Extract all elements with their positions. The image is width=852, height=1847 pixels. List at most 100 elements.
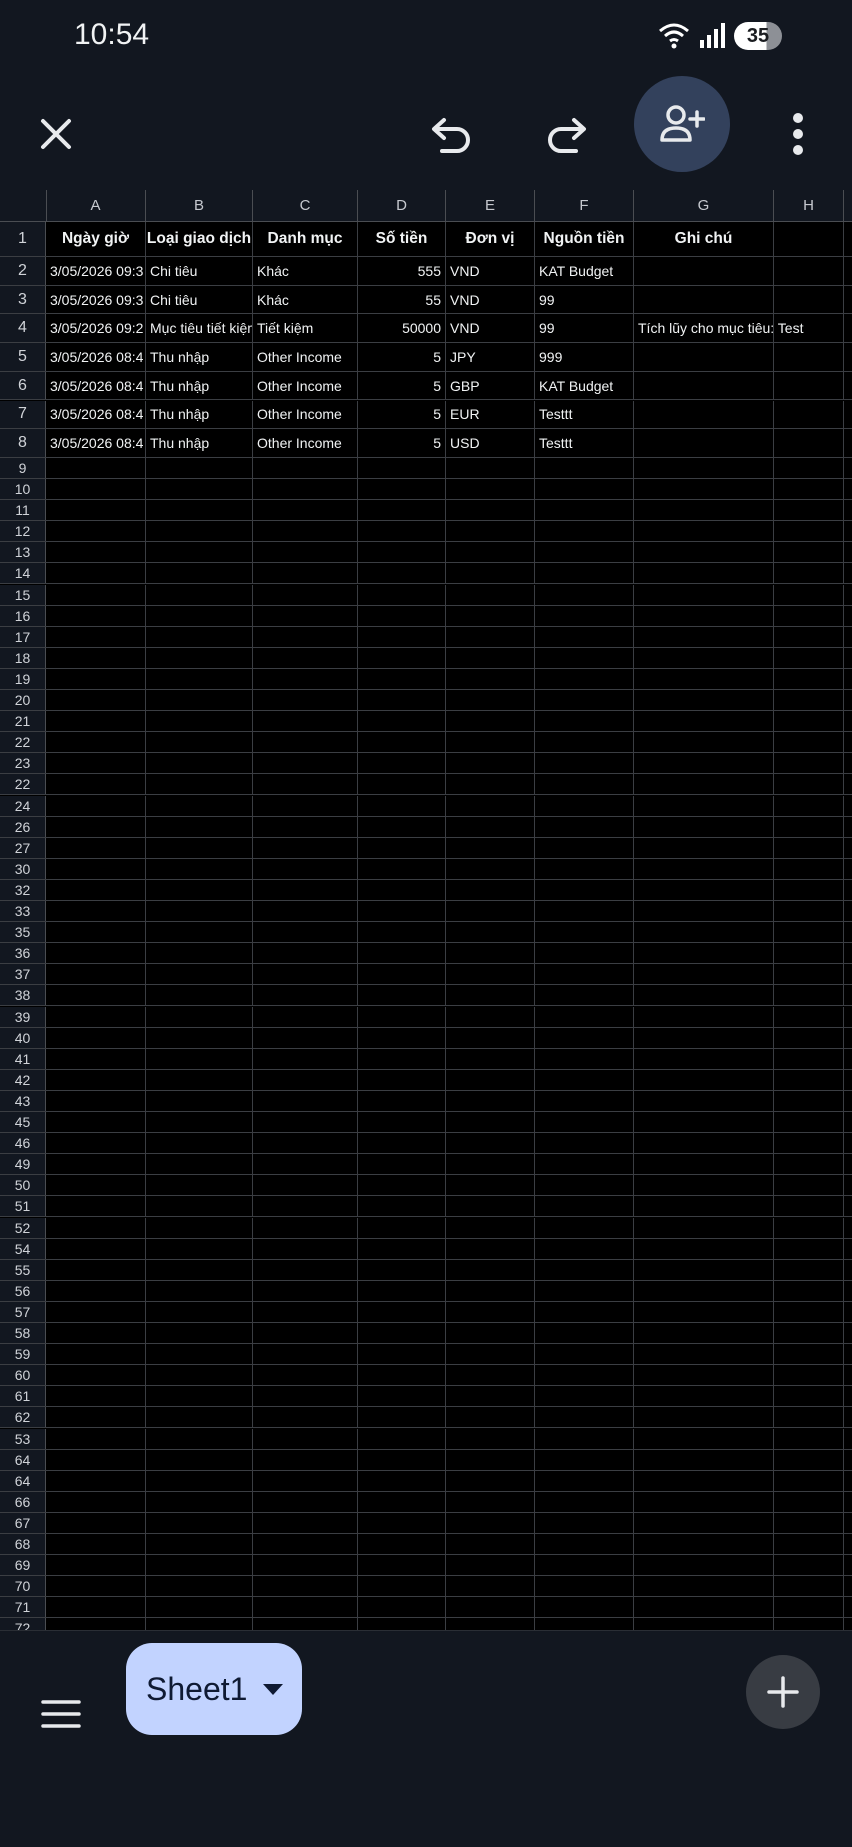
empty-cell[interactable]	[46, 1301, 146, 1322]
row-number[interactable]: 55	[0, 1259, 46, 1280]
empty-cell[interactable]	[535, 1449, 634, 1470]
empty-cell[interactable]	[535, 1512, 634, 1533]
row-number[interactable]: 45	[0, 1112, 46, 1133]
empty-cell[interactable]	[46, 1217, 146, 1238]
empty-cell[interactable]	[774, 922, 844, 943]
cell-d[interactable]: 5	[358, 429, 446, 457]
empty-cell[interactable]	[46, 837, 146, 858]
empty-cell[interactable]	[774, 1386, 844, 1407]
row-number[interactable]: 4	[0, 314, 46, 343]
row-number[interactable]: 66	[0, 1491, 46, 1512]
row-number[interactable]: 54	[0, 1238, 46, 1259]
empty-cell[interactable]	[46, 1027, 146, 1048]
empty-cell[interactable]	[535, 1534, 634, 1555]
empty-cell[interactable]	[253, 500, 358, 521]
empty-cell[interactable]	[446, 1470, 535, 1491]
empty-cell[interactable]	[253, 1323, 358, 1344]
row-number[interactable]: 50	[0, 1175, 46, 1196]
empty-cell[interactable]	[774, 1449, 844, 1470]
empty-cell[interactable]	[358, 1576, 446, 1597]
cell-h[interactable]	[774, 343, 844, 371]
empty-cell[interactable]	[146, 1323, 253, 1344]
empty-cell[interactable]	[253, 1154, 358, 1175]
empty-cell[interactable]	[358, 1449, 446, 1470]
empty-cell[interactable]	[253, 457, 358, 478]
row-number[interactable]: 67	[0, 1512, 46, 1533]
empty-cell[interactable]	[774, 858, 844, 879]
empty-cell[interactable]	[634, 943, 774, 964]
empty-cell[interactable]	[774, 1196, 844, 1217]
empty-cell[interactable]	[446, 563, 535, 584]
cell-b[interactable]: Thu nhập	[146, 429, 253, 457]
empty-cell[interactable]	[253, 1534, 358, 1555]
empty-cell[interactable]	[535, 901, 634, 922]
row-number[interactable]: 61	[0, 1386, 46, 1407]
empty-cell[interactable]	[46, 1090, 146, 1111]
caret-down-icon[interactable]	[263, 1683, 284, 1695]
empty-cell[interactable]	[535, 711, 634, 732]
empty-cell[interactable]	[535, 1006, 634, 1027]
empty-cell[interactable]	[146, 1027, 253, 1048]
empty-cell[interactable]	[535, 479, 634, 500]
empty-cell[interactable]	[253, 1555, 358, 1576]
empty-cell[interactable]	[446, 1449, 535, 1470]
empty-cell[interactable]	[634, 964, 774, 985]
empty-cell[interactable]	[46, 1006, 146, 1027]
empty-cell[interactable]	[535, 1407, 634, 1428]
row-number[interactable]: 32	[0, 879, 46, 900]
empty-cell[interactable]	[634, 479, 774, 500]
empty-cell[interactable]	[774, 1048, 844, 1069]
empty-cell[interactable]	[253, 1618, 358, 1630]
empty-cell[interactable]	[774, 795, 844, 816]
empty-cell[interactable]	[46, 922, 146, 943]
empty-cell[interactable]	[535, 922, 634, 943]
empty-cell[interactable]	[634, 1365, 774, 1386]
redo-button[interactable]	[532, 100, 600, 168]
empty-cell[interactable]	[774, 584, 844, 605]
empty-cell[interactable]	[358, 690, 446, 711]
empty-cell[interactable]	[253, 626, 358, 647]
empty-cell[interactable]	[358, 626, 446, 647]
empty-cell[interactable]	[253, 1090, 358, 1111]
empty-cell[interactable]	[146, 1238, 253, 1259]
empty-cell[interactable]	[535, 1365, 634, 1386]
empty-cell[interactable]	[446, 943, 535, 964]
empty-cell[interactable]	[358, 1618, 446, 1630]
empty-cell[interactable]	[774, 1259, 844, 1280]
column-header-h[interactable]: H	[774, 190, 844, 221]
empty-cell[interactable]	[358, 457, 446, 478]
empty-cell[interactable]	[634, 858, 774, 879]
cell-g[interactable]	[634, 257, 774, 285]
cell-b[interactable]: Mục tiêu tiết kiệm	[146, 314, 253, 343]
empty-cell[interactable]	[634, 584, 774, 605]
empty-cell[interactable]	[535, 1618, 634, 1630]
empty-cell[interactable]	[634, 1133, 774, 1154]
empty-cell[interactable]	[535, 1301, 634, 1322]
cell-e[interactable]: USD	[446, 429, 535, 457]
cell-h[interactable]	[774, 222, 844, 256]
empty-cell[interactable]	[358, 1112, 446, 1133]
empty-cell[interactable]	[253, 521, 358, 542]
cell-d[interactable]: 50000	[358, 314, 446, 343]
empty-cell[interactable]	[634, 816, 774, 837]
row-number[interactable]: 59	[0, 1344, 46, 1365]
empty-cell[interactable]	[774, 1238, 844, 1259]
empty-cell[interactable]	[634, 922, 774, 943]
empty-cell[interactable]	[774, 732, 844, 753]
empty-cell[interactable]	[634, 1280, 774, 1301]
cell-g[interactable]	[634, 429, 774, 457]
empty-cell[interactable]	[146, 542, 253, 563]
empty-cell[interactable]	[146, 1090, 253, 1111]
add-sheet-button[interactable]	[746, 1655, 820, 1729]
cell-a[interactable]: 3/05/2026 09:2	[46, 314, 146, 343]
empty-cell[interactable]	[446, 1196, 535, 1217]
sheet-list-button[interactable]	[36, 1689, 86, 1739]
empty-cell[interactable]	[146, 711, 253, 732]
empty-cell[interactable]	[146, 457, 253, 478]
empty-cell[interactable]	[535, 1048, 634, 1069]
empty-cell[interactable]	[634, 795, 774, 816]
cell-c[interactable]: Khác	[253, 257, 358, 285]
empty-cell[interactable]	[46, 479, 146, 500]
row-number[interactable]: 11	[0, 500, 46, 521]
empty-cell[interactable]	[253, 1259, 358, 1280]
